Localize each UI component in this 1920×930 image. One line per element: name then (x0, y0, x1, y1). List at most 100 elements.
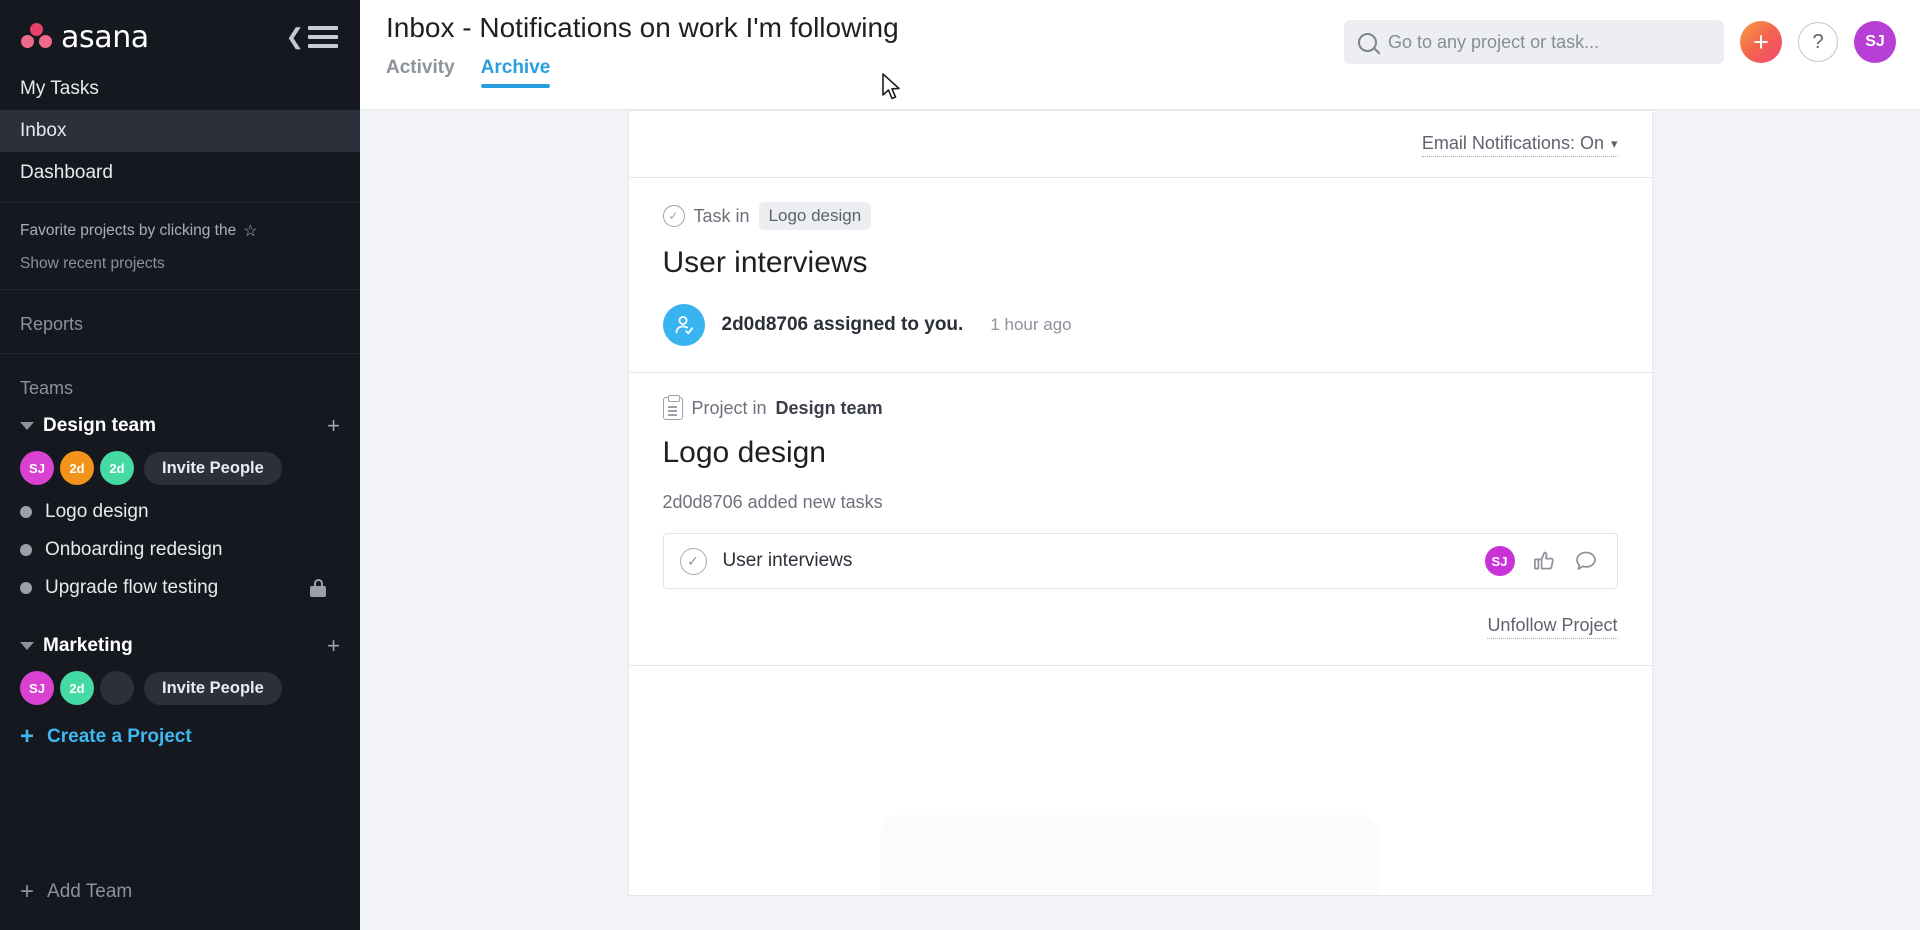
assigned-user-icon (662, 304, 705, 346)
project-name: Upgrade flow testing (45, 577, 219, 598)
collapse-sidebar-button[interactable]: ❮ (286, 26, 338, 48)
task-complete-checkbox[interactable]: ✓ (679, 547, 707, 575)
notification-settings-card: Email Notifications: On ▾ (627, 110, 1653, 178)
hamburger-menu-icon (308, 26, 338, 48)
main-area: Inbox - Notifications on work I'm follow… (360, 0, 1920, 930)
sidebar-item-my-tasks[interactable]: My Tasks (0, 68, 360, 110)
top-bar: Inbox - Notifications on work I'm follow… (360, 0, 1920, 110)
plus-icon: + (1753, 26, 1769, 57)
add-button[interactable]: + (1740, 21, 1782, 63)
team-context-name[interactable]: Design team (776, 398, 883, 419)
show-recent-projects-link[interactable]: Show recent projects (0, 247, 360, 281)
team-header-design-team[interactable]: Design team + (0, 409, 360, 443)
team-name: Design team (43, 415, 156, 436)
chevron-left-icon: ❮ (285, 24, 304, 49)
inbox-content: Email Notifications: On ▾ ✓ Task in Logo… (360, 110, 1920, 930)
add-team-label: Add Team (47, 881, 133, 902)
sidebar-item-label: Dashboard (20, 162, 113, 183)
sidebar-section-reports[interactable]: Reports (0, 298, 360, 345)
notification-title[interactable]: User interviews (663, 246, 1618, 280)
project-pill[interactable]: Logo design (758, 202, 872, 230)
add-to-team-button[interactable]: + (327, 415, 340, 437)
avatar[interactable]: 2d (60, 451, 94, 485)
lock-icon (310, 579, 326, 597)
notification-timestamp: 1 hour ago (990, 315, 1072, 334)
chevron-down-icon: ▾ (1610, 135, 1618, 151)
project-name: Onboarding redesign (45, 539, 223, 560)
notification-card-task: ✓ Task in Logo design User interviews 2d… (627, 178, 1653, 373)
avatar-initials: SJ (1865, 33, 1885, 50)
caret-down-icon (20, 422, 34, 430)
tab-archive[interactable]: Archive (480, 57, 551, 88)
sidebar-item-label: Inbox (20, 120, 67, 141)
create-project-button[interactable]: + Create a Project (0, 713, 360, 761)
asana-logo-dots-icon (20, 22, 54, 52)
empty-state-illustration (880, 815, 1380, 895)
tab-bar: Activity Archive (386, 57, 899, 88)
add-to-team-button[interactable]: + (327, 635, 340, 657)
sidebar-header: asana ❮ (0, 6, 360, 68)
top-bar-right: + ? SJ (1344, 20, 1896, 64)
teams-label: Teams (20, 378, 74, 398)
notification-settings-row: Email Notifications: On ▾ (629, 111, 1652, 177)
asana-wordmark: asana (61, 19, 149, 55)
star-icon: ☆ (243, 223, 258, 240)
project-name: Logo design (45, 501, 149, 522)
asana-logo[interactable]: asana (20, 20, 149, 55)
invite-people-button[interactable]: Invite People (144, 671, 282, 705)
empty-state-card (627, 666, 1653, 896)
email-notifications-toggle[interactable]: Email Notifications: On ▾ (1421, 133, 1618, 157)
sidebar: asana ❮ My Tasks Inbox Dashboard Favorit… (0, 0, 360, 930)
page-title: Inbox - Notifications on work I'm follow… (386, 12, 899, 43)
avatar-empty[interactable] (100, 671, 134, 705)
avatar[interactable]: 2d (60, 671, 94, 705)
task-assignee-avatar[interactable]: SJ (1484, 546, 1515, 576)
tab-label: Activity (386, 57, 455, 78)
notification-item: Project in Design team Logo design 2d0d8… (629, 373, 1652, 665)
notification-event-row: 2d0d8706 assigned to you. 1 hour ago (662, 304, 1618, 346)
avatar[interactable]: 2d (100, 451, 134, 485)
notification-kind-label: Task in (693, 205, 750, 226)
inbox-panel: Email Notifications: On ▾ ✓ Task in Logo… (627, 110, 1653, 930)
team-header-marketing[interactable]: Marketing + (0, 629, 360, 663)
avatar[interactable]: SJ (20, 451, 54, 485)
add-team-button[interactable]: + Add Team (0, 868, 152, 916)
notification-card-project: Project in Design team Logo design 2d0d8… (627, 373, 1653, 666)
sidebar-project-upgrade-flow-testing[interactable]: Upgrade flow testing (0, 569, 360, 607)
team-members-design-team: SJ 2d 2d Invite People (0, 443, 360, 493)
task-row[interactable]: ✓ User interviews SJ (662, 533, 1618, 589)
sidebar-project-logo-design[interactable]: Logo design (0, 493, 360, 531)
show-recent-projects-label: Show recent projects (20, 255, 165, 272)
notification-kind-label: Project in (691, 398, 767, 418)
favorites-hint: Favorite projects by clicking the ☆ (0, 211, 360, 247)
notification-sub-text: 2d0d8706 added new tasks (662, 492, 883, 512)
top-bar-left: Inbox - Notifications on work I'm follow… (386, 0, 899, 88)
thumbs-up-icon[interactable] (1531, 548, 1557, 574)
tab-label: Archive (480, 57, 551, 78)
plus-icon: + (20, 878, 35, 905)
sidebar-item-label: My Tasks (20, 78, 99, 99)
comment-bubble-icon[interactable] (1573, 548, 1599, 574)
notification-title[interactable]: Logo design (663, 436, 1618, 470)
avatar[interactable]: SJ (20, 671, 54, 705)
invite-people-button[interactable]: Invite People (144, 451, 282, 485)
reports-label: Reports (20, 314, 84, 334)
question-mark-icon: ? (1812, 30, 1824, 53)
help-button[interactable]: ? (1798, 22, 1838, 62)
favorites-hint-label: Favorite projects by clicking the (20, 222, 237, 239)
clipboard-icon (662, 395, 683, 420)
user-avatar[interactable]: SJ (1854, 21, 1896, 63)
sidebar-item-inbox[interactable]: Inbox (0, 110, 360, 152)
sidebar-item-dashboard[interactable]: Dashboard (0, 152, 360, 194)
notification-item: ✓ Task in Logo design User interviews 2d… (629, 178, 1652, 372)
sidebar-divider (0, 289, 360, 290)
sidebar-divider (0, 202, 360, 203)
sidebar-project-onboarding-redesign[interactable]: Onboarding redesign (0, 531, 360, 569)
tab-activity[interactable]: Activity (386, 57, 455, 88)
search-box[interactable] (1344, 20, 1724, 64)
circle-check-icon: ✓ (662, 205, 685, 227)
team-name: Marketing (43, 635, 133, 656)
search-input[interactable] (1388, 31, 1710, 53)
create-project-label: Create a Project (47, 726, 192, 747)
unfollow-project-button[interactable]: Unfollow Project (1487, 615, 1618, 639)
